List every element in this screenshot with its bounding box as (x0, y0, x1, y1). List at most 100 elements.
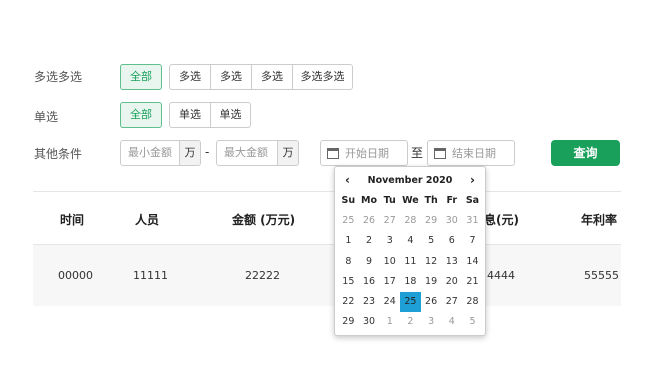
calendar-day[interactable]: 23 (359, 292, 380, 312)
calendar-day[interactable]: 30 (359, 312, 380, 332)
multi-option-4[interactable]: 多选多选 (293, 65, 352, 89)
amount-range-dash: - (205, 145, 210, 159)
calendar-day[interactable]: 17 (379, 272, 400, 292)
table-top-divider (33, 191, 621, 192)
next-month-button[interactable]: › (470, 173, 475, 187)
calendar-day[interactable]: 18 (400, 272, 421, 292)
query-button[interactable]: 查询 (551, 140, 620, 166)
multi-all-button[interactable]: 全部 (120, 64, 162, 90)
table-cell-interest: 4444 (487, 269, 515, 282)
calendar-day[interactable]: 2 (359, 231, 380, 251)
multi-select-label: 多选多选 (34, 70, 83, 84)
calendar-day[interactable]: 19 (421, 272, 442, 292)
calendar-day[interactable]: 5 (421, 231, 442, 251)
calendar-day[interactable]: 5 (462, 312, 483, 332)
max-amount-unit: 万 (277, 141, 298, 165)
weekday-row: Su Mo Tu We Th Fr Sa (338, 191, 483, 211)
end-date-field[interactable]: 结束日期 (427, 140, 515, 166)
calendar-day[interactable]: 15 (338, 272, 359, 292)
table-header-amount: 金额 (万元) (232, 213, 296, 227)
week-row: 15 16 17 18 19 20 21 (338, 272, 483, 292)
calendar-day[interactable]: 12 (421, 252, 442, 272)
calendar-day[interactable]: 10 (379, 252, 400, 272)
calendar-day[interactable]: 14 (462, 252, 483, 272)
week-row: 22 23 24 25 26 27 28 (338, 291, 483, 313)
calendar-day[interactable]: 3 (421, 312, 442, 332)
calendar-day[interactable]: 2 (400, 312, 421, 332)
table-cell-person: 11111 (133, 269, 168, 282)
max-amount-field[interactable]: 最大金额 万 (216, 140, 299, 166)
weekday-label: Sa (465, 195, 480, 206)
start-date-field[interactable]: 开始日期 (320, 140, 408, 166)
calendar-day[interactable]: 26 (359, 211, 380, 231)
min-amount-unit: 万 (179, 141, 200, 165)
single-option-group: 单选 单选 (169, 102, 251, 128)
start-date-placeholder: 开始日期 (345, 147, 389, 160)
table-header-person: 人员 (135, 213, 160, 227)
min-amount-field[interactable]: 最小金额 万 (120, 140, 201, 166)
week-row: 1234567 (338, 231, 483, 251)
table-header-time: 时间 (60, 213, 85, 227)
min-amount-placeholder: 最小金额 (128, 146, 172, 159)
weekday-label: Th (424, 195, 438, 206)
multi-option-3[interactable]: 多选 (252, 65, 293, 89)
calendar-day[interactable]: 22 (338, 292, 359, 312)
calendar-day[interactable]: 29 (338, 312, 359, 332)
multi-option-1[interactable]: 多选 (170, 65, 211, 89)
calendar-day[interactable]: 26 (421, 292, 442, 312)
calendar-day[interactable]: 7 (462, 231, 483, 251)
calendar-day[interactable]: 28 (400, 211, 421, 231)
calendar-day[interactable]: 13 (441, 252, 462, 272)
week-row: 25 26 27 28 29 30 31 (338, 211, 483, 231)
single-option-2[interactable]: 单选 (211, 103, 250, 127)
single-option-1[interactable]: 单选 (170, 103, 211, 127)
calendar-day[interactable]: 4 (400, 231, 421, 251)
end-date-placeholder: 结束日期 (452, 147, 496, 160)
calendar-day[interactable]: 30 (441, 211, 462, 231)
table-row (33, 245, 621, 306)
calendar-day[interactable]: 31 (462, 211, 483, 231)
other-conditions-label: 其他条件 (34, 147, 83, 161)
calendar-day[interactable]: 29 (421, 211, 442, 231)
date-range-to: 至 (411, 146, 424, 160)
calendar-day[interactable]: 27 (441, 292, 462, 312)
calendar-day[interactable]: 27 (379, 211, 400, 231)
selected-day[interactable]: 25 (400, 291, 421, 313)
weekday-label: Mo (361, 195, 378, 206)
calendar-day[interactable]: 24 (379, 292, 400, 312)
table-header-interest: 息(元) (484, 213, 519, 227)
date-picker-month-title[interactable]: November 2020 (335, 175, 485, 186)
weekday-label: Su (341, 195, 356, 206)
calendar-day[interactable]: 1 (379, 312, 400, 332)
table-cell-amount: 22222 (245, 269, 280, 282)
calendar-day[interactable]: 9 (359, 252, 380, 272)
table-cell-annual-rate: 55555 (584, 269, 619, 282)
weekday-label: We (402, 195, 419, 206)
date-picker-header: ‹ November 2020 › (335, 173, 485, 190)
table-cell-time: 00000 (58, 269, 93, 282)
multi-option-group: 多选 多选 多选 多选多选 (169, 64, 353, 90)
calendar-day[interactable]: 20 (441, 272, 462, 292)
calendar-day[interactable]: 11 (400, 252, 421, 272)
single-select-label: 单选 (34, 110, 59, 124)
calendar-day[interactable]: 16 (359, 272, 380, 292)
calendar-day[interactable]: 21 (462, 272, 483, 292)
weekday-label: Fr (446, 195, 458, 206)
date-picker-popup: ‹ November 2020 › Su Mo Tu We Th Fr Sa 2… (334, 166, 486, 336)
multi-option-2[interactable]: 多选 (211, 65, 252, 89)
calendar-day[interactable]: 3 (379, 231, 400, 251)
calendar-day[interactable]: 4 (441, 312, 462, 332)
calendar-day[interactable]: 1 (338, 231, 359, 251)
weekday-label: Tu (383, 195, 396, 206)
calendar-day[interactable]: 8 (338, 252, 359, 272)
calendar-day[interactable]: 6 (441, 231, 462, 251)
calendar-day[interactable]: 28 (462, 292, 483, 312)
week-row: 29 30 1 2 3 4 5 (338, 312, 483, 332)
week-row: 8 9 10 11 12 13 14 (338, 252, 483, 272)
date-picker-grid: Su Mo Tu We Th Fr Sa 25 26 27 28 29 30 31 1 2 3 4 5… (338, 191, 483, 332)
calendar-day[interactable]: 25 (338, 211, 359, 231)
calendar-icon (327, 147, 339, 159)
calendar-icon (434, 147, 446, 159)
single-all-button[interactable]: 全部 (120, 102, 162, 128)
table-header-annual-rate: 年利率 (581, 213, 618, 227)
